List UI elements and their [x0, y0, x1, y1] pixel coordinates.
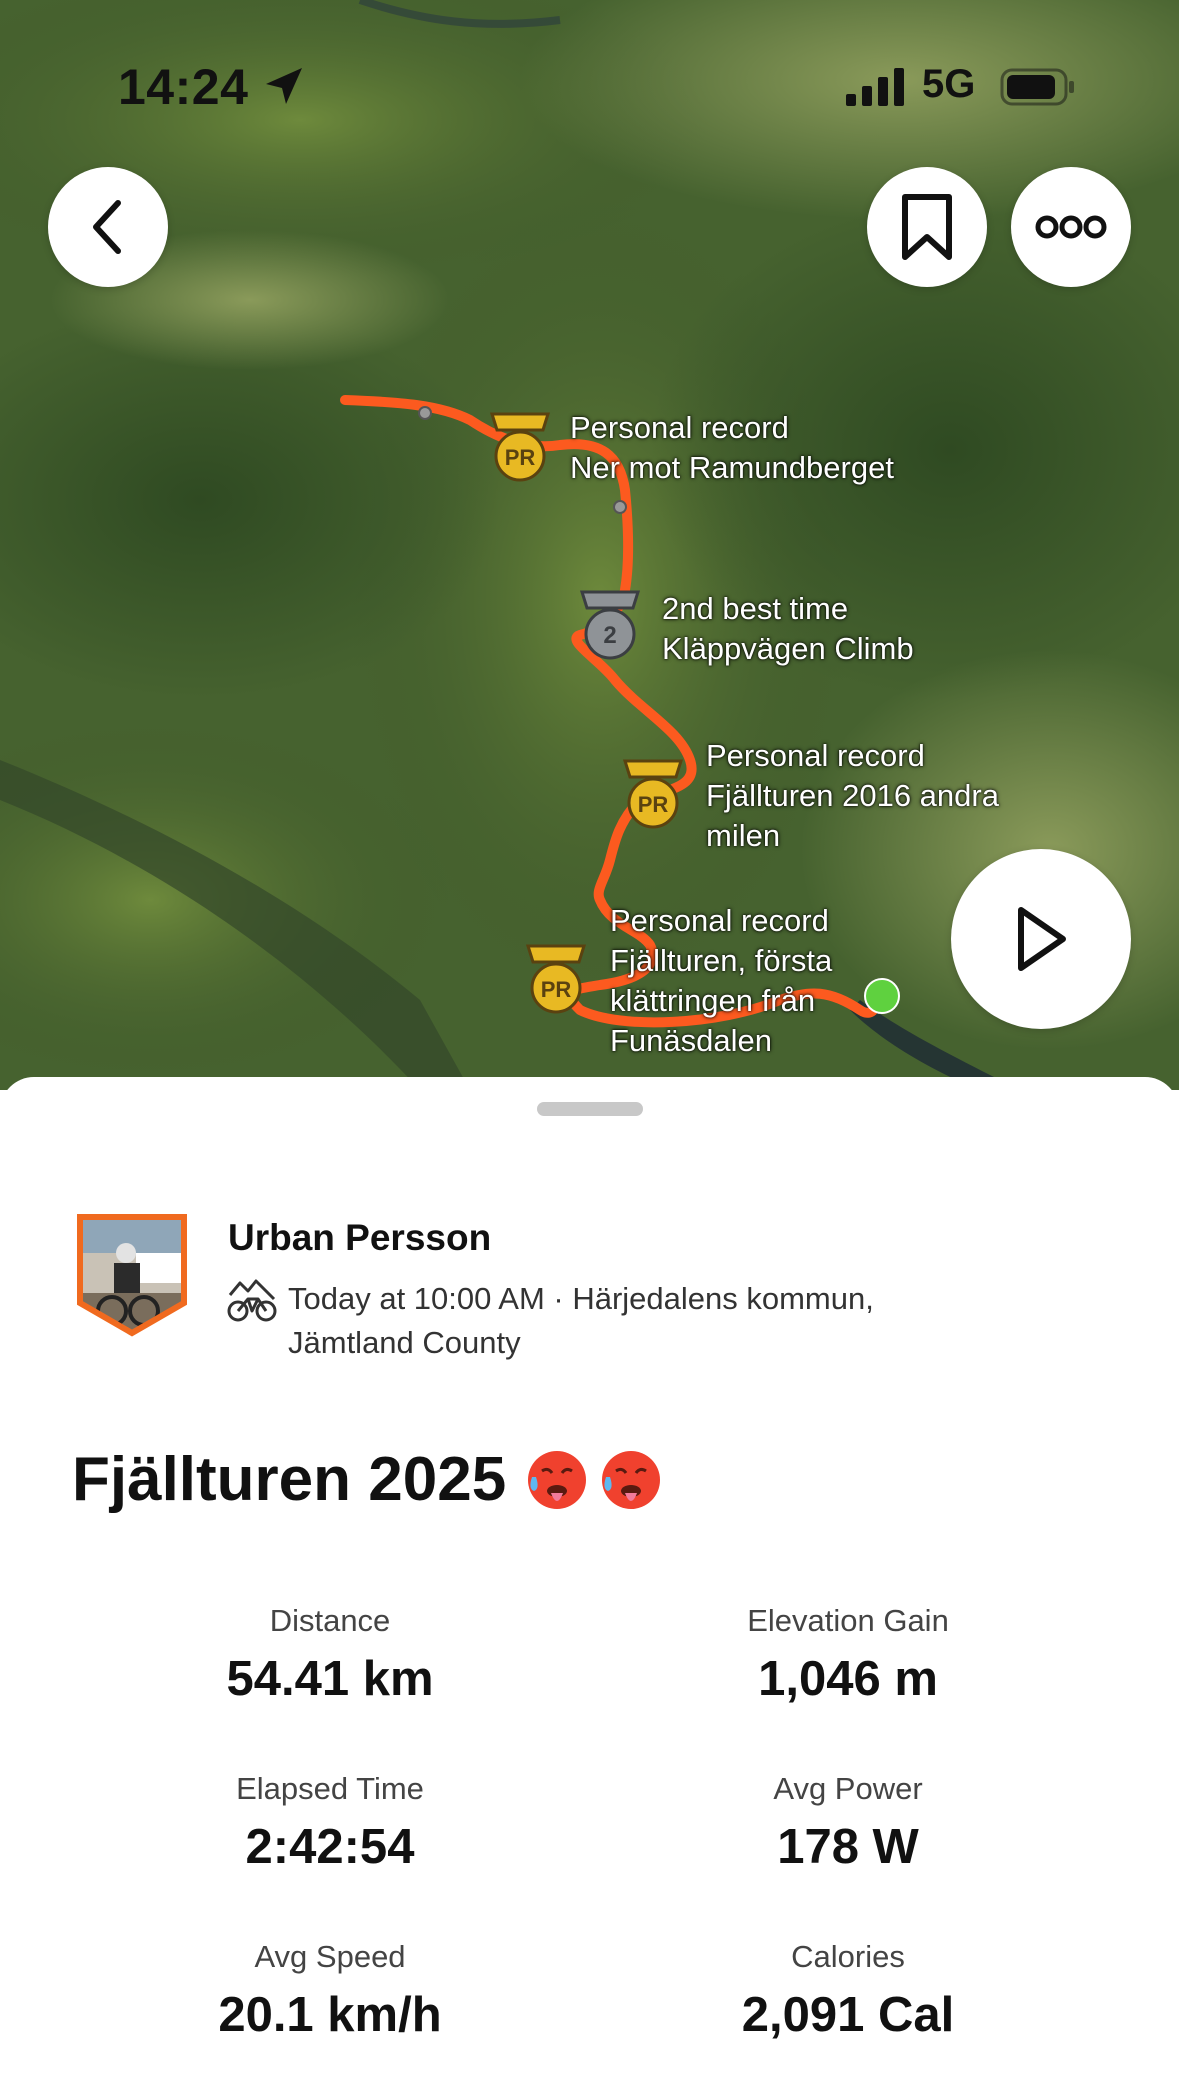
chevron-left-icon — [93, 200, 121, 254]
hot-face-emoji-icon — [602, 1450, 661, 1509]
segment-name-cont: milen — [706, 818, 781, 853]
stat-label: Elevation Gain — [747, 1603, 949, 1638]
more-dots-icon — [1035, 215, 1107, 239]
svg-text:PR: PR — [638, 792, 669, 817]
athlete-avatar[interactable] — [76, 1213, 188, 1337]
segment-achievement: Personal record — [570, 410, 789, 445]
segment-label[interactable]: 2nd best time Kläppvägen Climb — [662, 589, 914, 669]
mountain-bike-icon — [227, 1279, 277, 1322]
segment-name: Kläppvägen Climb — [662, 631, 914, 666]
play-flyover-button[interactable] — [951, 849, 1131, 1029]
activity-title-text: Fjällturen 2025 — [72, 1445, 507, 1514]
cellular-signal-icon — [846, 68, 904, 106]
sheet-drag-handle[interactable] — [537, 1102, 643, 1116]
pr-medal-icon: PR — [622, 759, 684, 829]
pr-medal-icon: PR — [489, 412, 551, 482]
play-icon — [1018, 907, 1066, 971]
stat-elapsed-time: Elapsed Time 2:42:54 — [70, 1771, 590, 1875]
bookmark-button[interactable] — [867, 167, 987, 287]
segment-name: Fjällturen, första — [610, 943, 833, 978]
athlete-name[interactable]: Urban Persson — [228, 1217, 491, 1259]
segment-name-cont: Funäsdalen — [610, 1023, 773, 1058]
segment-achievement: Personal record — [610, 903, 829, 938]
pr-medal-icon: PR — [525, 944, 587, 1014]
stat-value: 20.1 km/h — [218, 1988, 442, 2042]
segment-label[interactable]: Personal record Fjällturen 2016 andra mi… — [706, 736, 999, 856]
stat-distance: Distance 54.41 km — [70, 1603, 590, 1707]
stat-label: Avg Power — [773, 1771, 923, 1806]
more-options-button[interactable] — [1011, 167, 1131, 287]
segment-name: Fjällturen 2016 andra — [706, 778, 999, 813]
stat-avg-speed: Avg Speed 20.1 km/h — [70, 1939, 590, 2043]
segment-label[interactable]: Personal record Fjällturen, första klätt… — [610, 901, 832, 1061]
stat-label: Distance — [269, 1603, 391, 1638]
stat-label: Elapsed Time — [236, 1771, 424, 1806]
segment-name-cont: klättringen från — [610, 983, 816, 1018]
stat-avg-power: Avg Power 178 W — [588, 1771, 1108, 1875]
status-time: 14:24 — [118, 59, 249, 115]
status-bar: 14:24 5G — [0, 0, 1179, 130]
stat-value: 2:42:54 — [245, 1820, 415, 1874]
stat-elevation-gain: Elevation Gain 1,046 m — [588, 1603, 1108, 1707]
stat-value: 54.41 km — [226, 1652, 434, 1706]
activity-meta: Today at 10:00 AM · Härjedalens kommun, — [288, 1281, 874, 1316]
back-button[interactable] — [48, 167, 168, 287]
activity-location: Jämtland County — [288, 1325, 521, 1360]
stat-label: Avg Speed — [254, 1939, 406, 1974]
battery-icon — [1000, 68, 1074, 106]
route-map[interactable]: PR 2 PR PR Personal record Ner mot Ramun… — [0, 0, 1179, 1090]
stat-value: 2,091 Cal — [741, 1988, 955, 2042]
silver-medal-icon: 2 — [579, 590, 641, 660]
hot-face-emoji-icon — [528, 1450, 587, 1509]
svg-text:PR: PR — [505, 445, 536, 470]
activity-sheet: Urban Persson Today at 10:00 AM · Härjed… — [0, 1077, 1179, 2093]
svg-text:2: 2 — [603, 622, 616, 649]
segment-achievement: 2nd best time — [662, 591, 849, 626]
stat-value: 1,046 m — [758, 1652, 938, 1706]
stat-value: 178 W — [777, 1820, 919, 1874]
stat-calories: Calories 2,091 Cal — [588, 1939, 1108, 2043]
segment-achievement: Personal record — [706, 738, 925, 773]
bookmark-icon — [902, 194, 952, 260]
svg-text:PR: PR — [541, 977, 572, 1002]
stat-label: Calories — [791, 1939, 905, 1974]
segment-label[interactable]: Personal record Ner mot Ramundberget — [570, 408, 894, 488]
activity-title: Fjällturen 2025 — [72, 1444, 664, 1515]
location-arrow-icon — [266, 68, 302, 104]
network-type: 5G — [922, 62, 976, 106]
segment-name: Ner mot Ramundberget — [570, 450, 894, 485]
